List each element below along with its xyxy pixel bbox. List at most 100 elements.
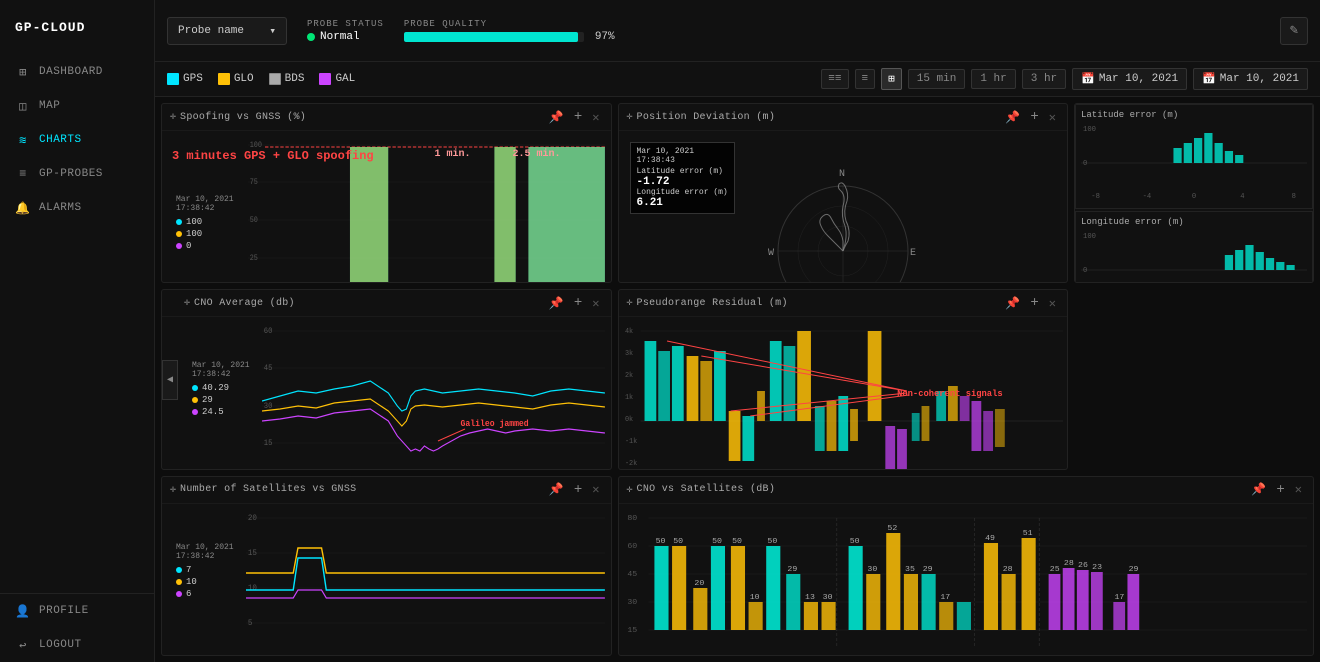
svg-text:3k: 3k bbox=[624, 350, 632, 358]
status-text: Normal bbox=[320, 31, 360, 43]
svg-text:100: 100 bbox=[1083, 233, 1096, 241]
spoofing-add-btn[interactable]: + bbox=[571, 109, 585, 125]
view-list-btn[interactable]: ≡≡ bbox=[821, 69, 848, 89]
svg-text:-2k: -2k bbox=[624, 460, 636, 468]
probe-selector[interactable]: Probe name ▾ bbox=[167, 17, 287, 45]
sidebar-item-charts[interactable]: ≋ CHARTS bbox=[0, 123, 154, 157]
sat-gal-val: 6 bbox=[176, 589, 234, 599]
view-grid-btn[interactable]: ⊞ bbox=[881, 68, 902, 90]
pseudorange-pin-btn[interactable]: 📌 bbox=[1002, 296, 1023, 311]
cno-chart-header: ✛ CNO Average (db) 📌 + ✕ bbox=[162, 290, 611, 317]
legend-gal-value: 0 bbox=[186, 241, 191, 251]
sidebar-item-profile[interactable]: 👤 PROFILE bbox=[0, 594, 154, 628]
gp-probes-icon: ≡ bbox=[15, 166, 31, 182]
cno-vs-sat-close-btn[interactable]: ✕ bbox=[1292, 482, 1305, 497]
gal-color bbox=[319, 73, 331, 85]
svg-text:12: 12 bbox=[710, 655, 720, 656]
svg-text:30: 30 bbox=[867, 566, 877, 573]
svg-text:15: 15 bbox=[1076, 655, 1086, 656]
satellites-add-btn[interactable]: + bbox=[571, 482, 585, 498]
pos-dev-lat-label: Latitude error (m) bbox=[637, 167, 728, 176]
svg-text:8: 8 bbox=[1292, 193, 1296, 201]
edit-button[interactable]: ✎ bbox=[1280, 17, 1308, 45]
pseudorange-add-btn[interactable]: + bbox=[1027, 295, 1041, 311]
legend-gps[interactable]: GPS bbox=[167, 73, 203, 85]
cno-vs-sat-pin-btn[interactable]: 📌 bbox=[1248, 482, 1269, 497]
svg-text:28: 28 bbox=[1063, 560, 1073, 567]
cno-add-btn[interactable]: + bbox=[571, 295, 585, 311]
svg-text:50: 50 bbox=[712, 538, 722, 545]
legend-glo[interactable]: GLO bbox=[218, 73, 254, 85]
legend-gal[interactable]: GAL bbox=[319, 73, 355, 85]
sat-glo-dot bbox=[176, 579, 182, 585]
svg-text:4: 4 bbox=[1240, 193, 1244, 201]
satellites-chart-body: Mar 10, 202117:38:42 7 10 6 bbox=[162, 504, 611, 656]
svg-text:17: 17 bbox=[940, 594, 950, 601]
status-dot bbox=[307, 33, 315, 41]
pos-dev-pin-btn[interactable]: 📌 bbox=[1002, 110, 1023, 125]
alarms-icon: 🔔 bbox=[15, 200, 31, 216]
date-to-btn[interactable]: 📅 Mar 10, 2021 bbox=[1193, 68, 1308, 90]
latitude-error-card: Latitude error (m) 100 0 -8 -4 bbox=[1075, 104, 1313, 209]
svg-text:18: 18 bbox=[956, 655, 966, 656]
spoofing-close-btn[interactable]: ✕ bbox=[589, 110, 602, 125]
pos-dev-chart-title: Position Deviation (m) bbox=[637, 112, 999, 123]
cno-vs-sat-header: ✛ CNO vs Satellites (dB) 📌 + ✕ bbox=[619, 477, 1314, 504]
time-3hr-btn[interactable]: 3 hr bbox=[1022, 69, 1066, 89]
crosshair-icon6: ✛ bbox=[627, 484, 633, 496]
view-compact-btn[interactable]: ≡ bbox=[855, 69, 876, 89]
svg-text:2: 2 bbox=[654, 655, 659, 656]
sidebar-item-map[interactable]: ◫ MAP bbox=[0, 89, 154, 123]
legend-gal-val: 0 bbox=[176, 241, 234, 251]
svg-text:1: 1 bbox=[1048, 655, 1053, 656]
quality-bar-track bbox=[404, 32, 584, 42]
sidebar-item-label: DASHBOARD bbox=[39, 66, 103, 78]
cno-vs-sat-add-btn[interactable]: + bbox=[1273, 482, 1287, 498]
topbar-right: ✎ bbox=[1280, 17, 1308, 45]
time-15min-btn[interactable]: 15 min bbox=[908, 69, 966, 89]
svg-text:6: 6 bbox=[693, 655, 698, 656]
probe-quality-block: PROBE QUALITY 97% bbox=[404, 19, 1260, 43]
sidebar-item-gp-probes[interactable]: ≡ GP-PROBES bbox=[0, 157, 154, 191]
sidebar-item-label: CHARTS bbox=[39, 134, 82, 146]
cno-vs-sat-svg: 80 60 45 30 15 50 50 bbox=[625, 508, 1308, 656]
probe-status-block: PROBE STATUS Normal bbox=[307, 19, 384, 43]
svg-text:20: 20 bbox=[247, 515, 256, 523]
cno-vs-sat-chart-card: ✛ CNO vs Satellites (dB) 📌 + ✕ 80 60 45 … bbox=[618, 476, 1315, 656]
sidebar-item-alarms[interactable]: 🔔 ALARMS bbox=[0, 191, 154, 225]
legend-bds[interactable]: BDS bbox=[269, 73, 305, 85]
sidebar: GP-CLOUD ⊞ DASHBOARD ◫ MAP ≋ CHARTS ≡ GP… bbox=[0, 0, 155, 662]
date-from-btn[interactable]: 📅 Mar 10, 2021 bbox=[1072, 68, 1187, 90]
sidebar-item-logout[interactable]: ↩ LOGOUT bbox=[0, 628, 154, 662]
cno-pin-btn[interactable]: 📌 bbox=[546, 296, 567, 311]
satellites-pin-btn[interactable]: 📌 bbox=[546, 482, 567, 497]
calendar-icon: 📅 bbox=[1081, 72, 1095, 86]
satellites-close-btn[interactable]: ✕ bbox=[589, 482, 602, 497]
svg-text:N: N bbox=[839, 169, 845, 180]
pos-dev-close-btn[interactable]: ✕ bbox=[1046, 110, 1059, 125]
sat-gps-value: 7 bbox=[186, 565, 191, 575]
pos-dev-add-btn[interactable]: + bbox=[1027, 109, 1041, 125]
spoofing-chart-body: 3 minutes GPS + GLO spoofing 1 min. 2.5 … bbox=[162, 131, 611, 283]
scroll-left-btn[interactable]: ◀ bbox=[162, 360, 178, 400]
lat-error-svg: 100 0 -8 -4 0 4 8 bbox=[1081, 123, 1307, 203]
svg-text:26: 26 bbox=[1078, 562, 1088, 569]
svg-text:21: 21 bbox=[1021, 655, 1031, 656]
pseudorange-close-btn[interactable]: ✕ bbox=[1046, 296, 1059, 311]
satellites-svg: 20 15 10 5 17:35:00 17:40:00 17:45:00 bbox=[246, 508, 605, 656]
svg-text:50: 50 bbox=[767, 538, 777, 545]
svg-text:1k: 1k bbox=[624, 394, 632, 402]
pos-dev-date: Mar 10, 2021 bbox=[637, 147, 728, 156]
spoofing-pin-btn[interactable]: 📌 bbox=[546, 110, 567, 125]
sidebar-item-label: LOGOUT bbox=[39, 639, 82, 651]
svg-text:25: 25 bbox=[249, 255, 257, 264]
satellites-chart-header: ✛ Number of Satellites vs GNSS 📌 + ✕ bbox=[162, 477, 611, 504]
svg-text:28: 28 bbox=[1002, 566, 1012, 573]
glo-label: GLO bbox=[234, 73, 254, 85]
svg-text:45: 45 bbox=[263, 365, 272, 373]
svg-text:18: 18 bbox=[730, 655, 740, 656]
sidebar-item-dashboard[interactable]: ⊞ DASHBOARD bbox=[0, 55, 154, 89]
time-1hr-btn[interactable]: 1 hr bbox=[971, 69, 1015, 89]
cno-close-btn[interactable]: ✕ bbox=[589, 296, 602, 311]
spoofing-chart-card: ✛ Spoofing vs GNSS (%) 📌 + ✕ 3 minutes G… bbox=[161, 103, 612, 283]
